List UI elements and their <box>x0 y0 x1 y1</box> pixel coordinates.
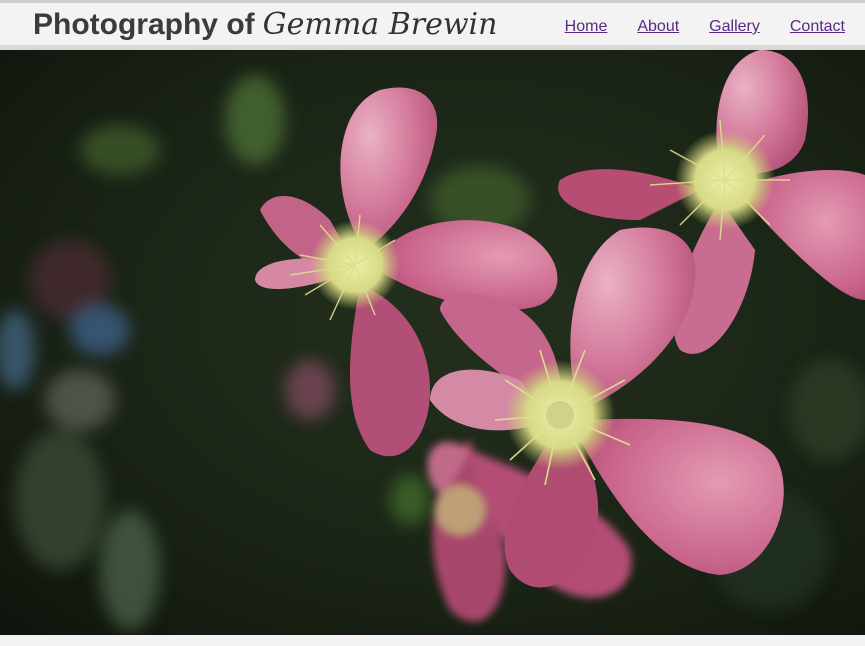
site-title-name: Gemma Brewin <box>262 7 498 42</box>
hero-image <box>0 50 865 635</box>
flower-photo <box>0 50 865 635</box>
main-nav: Home About Gallery Contact <box>535 7 845 47</box>
nav-link-contact[interactable]: Contact <box>790 18 845 36</box>
site-title-prefix: Photography of <box>33 8 255 41</box>
page-bottom <box>0 635 865 646</box>
nav-link-home[interactable]: Home <box>565 18 608 36</box>
nav-link-gallery[interactable]: Gallery <box>709 18 760 36</box>
site-title: Photography of Gemma Brewin <box>33 5 497 45</box>
nav-link-about[interactable]: About <box>637 18 679 36</box>
site-header: Photography of Gemma Brewin Home About Ga… <box>0 3 865 45</box>
